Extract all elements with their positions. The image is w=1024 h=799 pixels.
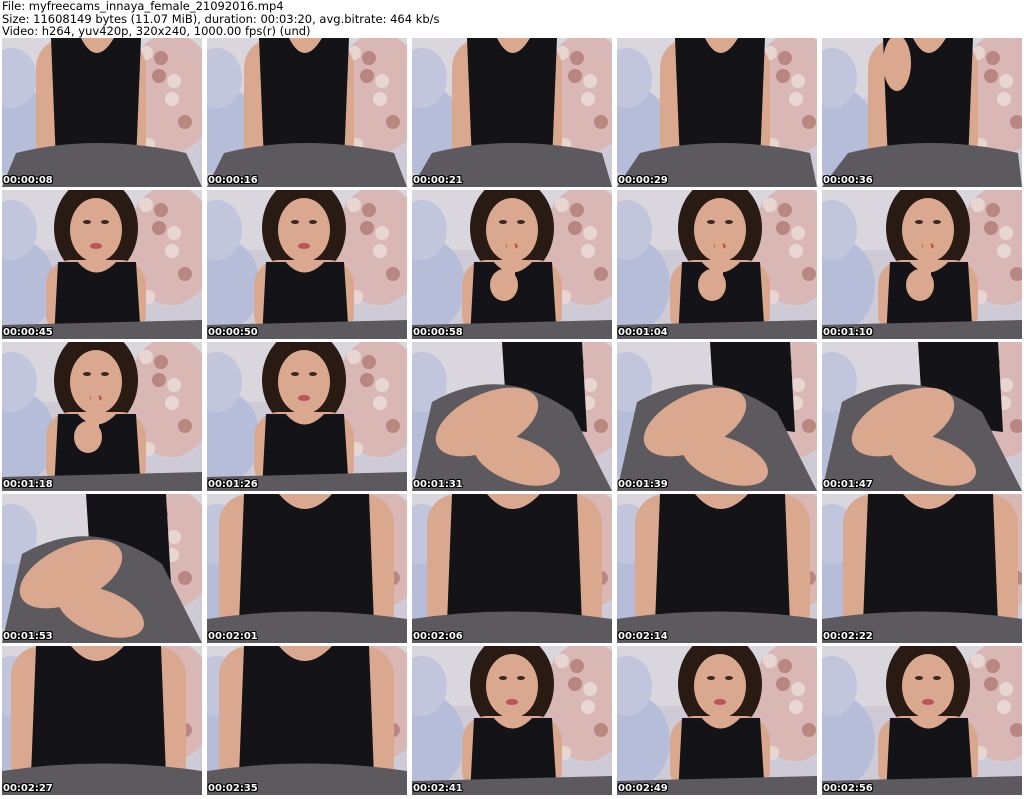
thumbnail-frame-image — [617, 342, 817, 491]
video-thumbnail: 00:00:58 — [412, 190, 612, 339]
thumbnail-frame-image — [2, 38, 202, 187]
video-thumbnail: 00:02:56 — [822, 646, 1022, 795]
thumbnail-frame-image — [617, 646, 817, 795]
thumbnail-frame-image — [2, 190, 202, 339]
video-thumbnail: 00:02:01 — [207, 494, 407, 643]
video-thumbnail: 00:01:26 — [207, 342, 407, 491]
video-thumbnail: 00:01:47 — [822, 342, 1022, 491]
thumbnail-timestamp: 00:02:49 — [618, 783, 668, 794]
thumbnail-timestamp: 00:00:50 — [208, 327, 258, 338]
video-thumbnail: 00:01:39 — [617, 342, 817, 491]
thumbnail-timestamp: 00:00:45 — [3, 327, 53, 338]
video-thumbnail: 00:02:27 — [2, 646, 202, 795]
thumbnail-timestamp: 00:00:29 — [618, 175, 668, 186]
thumbnail-timestamp: 00:02:14 — [618, 631, 668, 642]
thumbnail-frame-image — [617, 38, 817, 187]
thumbnail-frame-image — [207, 342, 407, 491]
video-thumbnail: 00:02:49 — [617, 646, 817, 795]
video-thumbnail: 00:02:22 — [822, 494, 1022, 643]
thumbnail-timestamp: 00:02:27 — [3, 783, 53, 794]
thumbnail-frame-image — [412, 342, 612, 491]
video-thumbnail: 00:01:18 — [2, 342, 202, 491]
video-thumbnail: 00:02:35 — [207, 646, 407, 795]
thumbnail-frame-image — [412, 190, 612, 339]
thumbnail-timestamp: 00:02:41 — [413, 783, 463, 794]
thumbnail-timestamp: 00:00:21 — [413, 175, 463, 186]
video-thumbnail: 00:02:41 — [412, 646, 612, 795]
thumbnail-timestamp: 00:02:22 — [823, 631, 873, 642]
thumbnail-timestamp: 00:01:47 — [823, 479, 873, 490]
thumbnail-frame-image — [207, 646, 407, 795]
thumbnail-grid: 00:00:08 00:00:16 00:00:21 00:00:29 00:00:36… — [2, 38, 1022, 798]
thumbnail-frame-image — [412, 38, 612, 187]
thumbnail-frame-image — [2, 494, 202, 643]
thumbnail-timestamp: 00:01:53 — [3, 631, 53, 642]
thumbnail-frame-image — [617, 190, 817, 339]
thumbnail-frame-image — [207, 38, 407, 187]
thumbnail-frame-image — [412, 646, 612, 795]
file-info-header: File: myfreecams_innaya_female_21092016.… — [2, 0, 1022, 38]
thumbnail-frame-image — [617, 494, 817, 643]
video-thumbnail: 00:00:16 — [207, 38, 407, 187]
thumbnail-frame-image — [207, 190, 407, 339]
thumbnail-timestamp: 00:02:06 — [413, 631, 463, 642]
thumbnail-frame-image — [822, 342, 1022, 491]
file-name-line: File: myfreecams_innaya_female_21092016.… — [2, 0, 284, 13]
video-thumbnail: 00:00:08 — [2, 38, 202, 187]
thumbnail-timestamp: 00:01:10 — [823, 327, 873, 338]
thumbnail-frame-image — [822, 494, 1022, 643]
thumbnail-timestamp: 00:01:39 — [618, 479, 668, 490]
video-thumbnail: 00:02:14 — [617, 494, 817, 643]
video-thumbnail: 00:00:21 — [412, 38, 612, 187]
thumbnail-timestamp: 00:01:04 — [618, 327, 668, 338]
thumbnail-frame-image — [207, 494, 407, 643]
thumbnail-frame-image — [822, 190, 1022, 339]
video-info-line: Video: h264, yuv420p, 320x240, 1000.00 f… — [2, 24, 311, 39]
thumbnail-timestamp: 00:01:31 — [413, 479, 463, 490]
thumbnail-timestamp: 00:01:18 — [3, 479, 53, 490]
video-thumbnail: 00:01:31 — [412, 342, 612, 491]
video-thumbnail: 00:00:50 — [207, 190, 407, 339]
thumbnail-timestamp: 00:00:58 — [413, 327, 463, 338]
video-thumbnail: 00:00:29 — [617, 38, 817, 187]
video-thumbnail: 00:01:10 — [822, 190, 1022, 339]
video-thumbnail: 00:01:04 — [617, 190, 817, 339]
video-thumbnail: 00:00:45 — [2, 190, 202, 339]
thumbnail-timestamp: 00:02:35 — [208, 783, 258, 794]
thumbnail-timestamp: 00:00:36 — [823, 175, 873, 186]
thumbnail-frame-image — [2, 342, 202, 491]
video-thumbnail: 00:02:06 — [412, 494, 612, 643]
thumbnail-timestamp: 00:00:08 — [3, 175, 53, 186]
thumbnail-timestamp: 00:02:01 — [208, 631, 258, 642]
thumbnail-frame-image — [412, 494, 612, 643]
thumbnail-frame-image — [822, 38, 1022, 187]
thumbnail-timestamp: 00:01:26 — [208, 479, 258, 490]
video-thumbnail: 00:01:53 — [2, 494, 202, 643]
thumbnail-frame-image — [822, 646, 1022, 795]
thumbnail-timestamp: 00:02:56 — [823, 783, 873, 794]
thumbnail-frame-image — [2, 646, 202, 795]
video-thumbnail: 00:00:36 — [822, 38, 1022, 187]
thumbnail-timestamp: 00:00:16 — [208, 175, 258, 186]
